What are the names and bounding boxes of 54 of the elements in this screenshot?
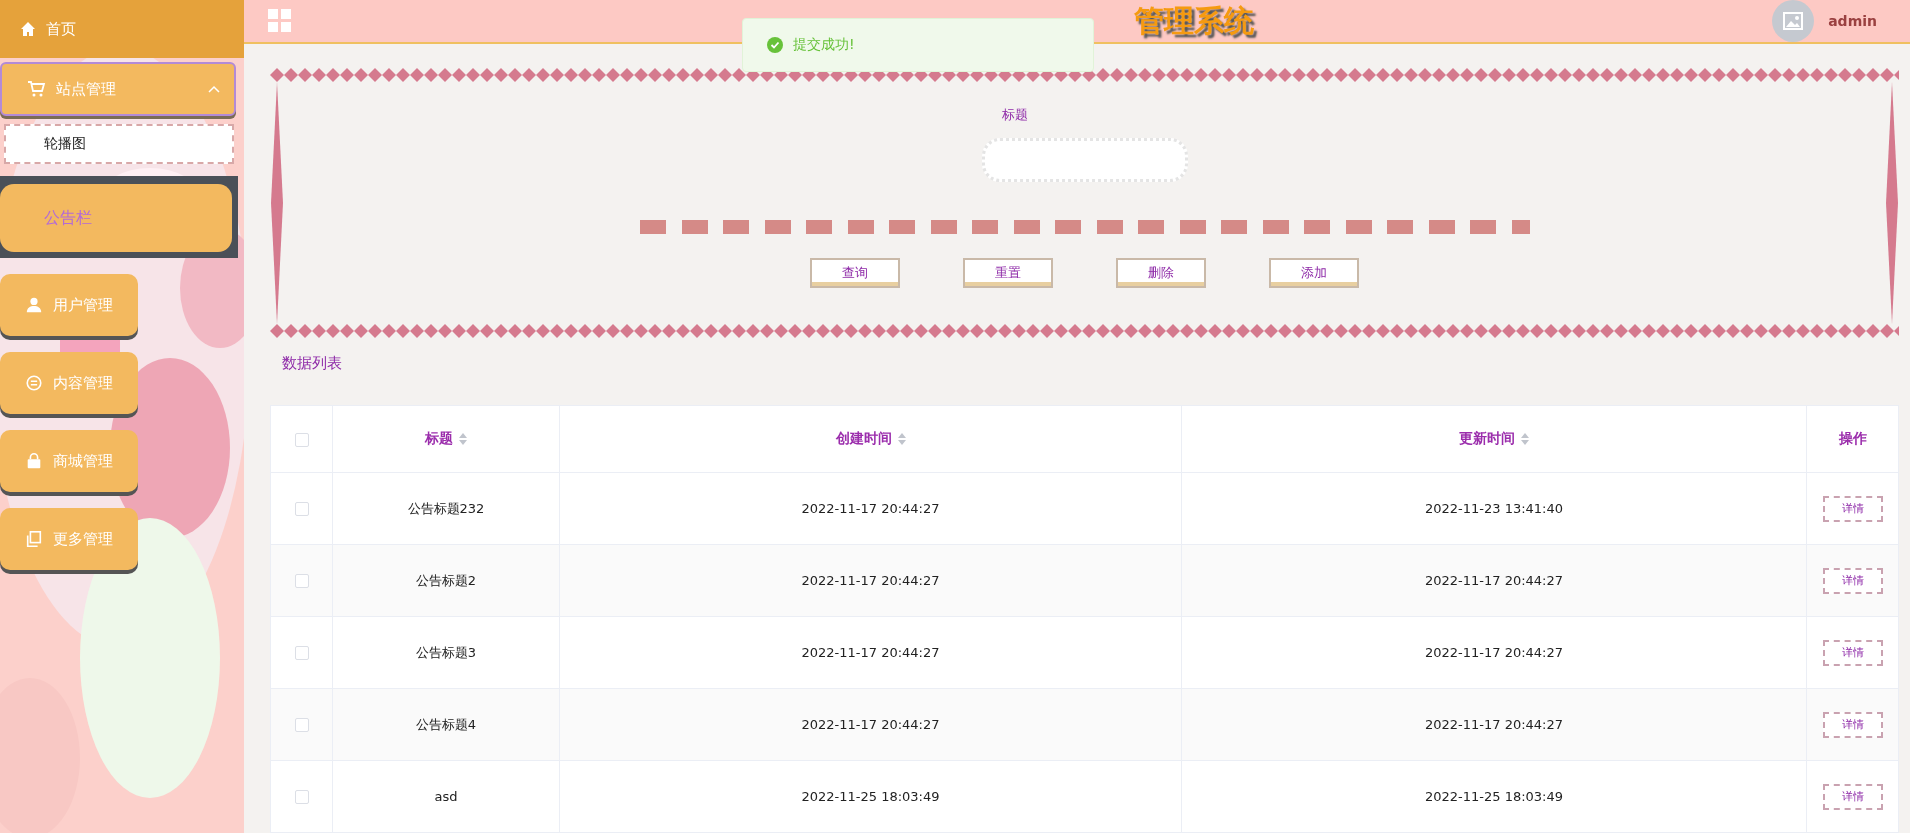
app-title: 管理系统 [1134,1,1254,40]
details-button[interactable]: 详情 [1822,711,1883,738]
section-title: 数据列表 [282,354,343,373]
submenu-item[interactable]: 轮播图 [4,124,234,164]
action-button[interactable]: 添加 [1269,258,1360,288]
action-button[interactable]: 重置 [962,258,1053,288]
table-cell: 2022-11-17 20:44:27 [1424,573,1564,588]
table-cell: 2022-11-17 20:44:27 [801,501,940,516]
checkbox[interactable] [294,790,309,805]
column-header: 操作 [1838,430,1867,448]
toast-message: 提交成功! [742,18,1094,72]
cart-icon [26,79,46,99]
home-icon [20,21,36,37]
table-cell: 2022-11-23 13:41:40 [1424,501,1564,516]
check-circle-icon [767,37,783,53]
checkbox[interactable] [294,718,309,733]
sort-icon[interactable] [1521,433,1529,445]
table-cell: 2022-11-17 20:44:27 [1424,645,1564,660]
table-cell: 2022-11-17 20:44:27 [801,717,940,732]
user-icon [25,296,43,314]
input-field[interactable] [981,138,1188,182]
table-cell: asd [434,789,458,804]
details-button[interactable]: 详情 [1822,495,1883,522]
details-button[interactable]: 详情 [1822,639,1883,666]
details-button[interactable]: 详情 [1822,567,1883,594]
table-cell: 公告标题232 [407,500,485,516]
user-name[interactable]: admin [1828,13,1877,29]
table-cell: 公告标题2 [415,572,477,588]
field-label: 标题 [1001,106,1028,124]
sort-icon[interactable] [459,433,467,445]
table-cell: 2022-11-17 20:44:27 [801,573,940,588]
table-cell: 2022-11-17 20:44:27 [801,645,940,660]
column-header: 标题 [425,430,453,448]
checkbox[interactable] [294,646,309,661]
column-header: 更新时间 [1459,430,1515,448]
table-cell: 公告标题3 [415,644,477,660]
bag-icon [25,452,43,470]
column-header: 创建时间 [835,430,892,448]
chevron-up-icon [208,85,220,93]
checkbox[interactable] [294,433,309,447]
copy-icon [25,530,43,548]
details-button[interactable]: 详情 [1822,783,1883,810]
table-cell: 2022-11-25 18:03:49 [801,789,940,804]
sort-icon[interactable] [897,433,906,445]
action-button[interactable]: 删除 [1116,258,1207,288]
avatar[interactable] [1772,0,1815,42]
table-cell: 2022-11-17 20:44:27 [1424,717,1564,732]
chat-icon [25,374,43,392]
action-button[interactable]: 查询 [809,258,900,288]
grid-menu-icon[interactable] [268,9,292,33]
checkbox[interactable] [294,574,309,589]
table-cell: 2022-11-25 18:03:49 [1424,789,1564,804]
table-cell: 公告标题4 [415,716,477,732]
checkbox[interactable] [294,502,309,517]
